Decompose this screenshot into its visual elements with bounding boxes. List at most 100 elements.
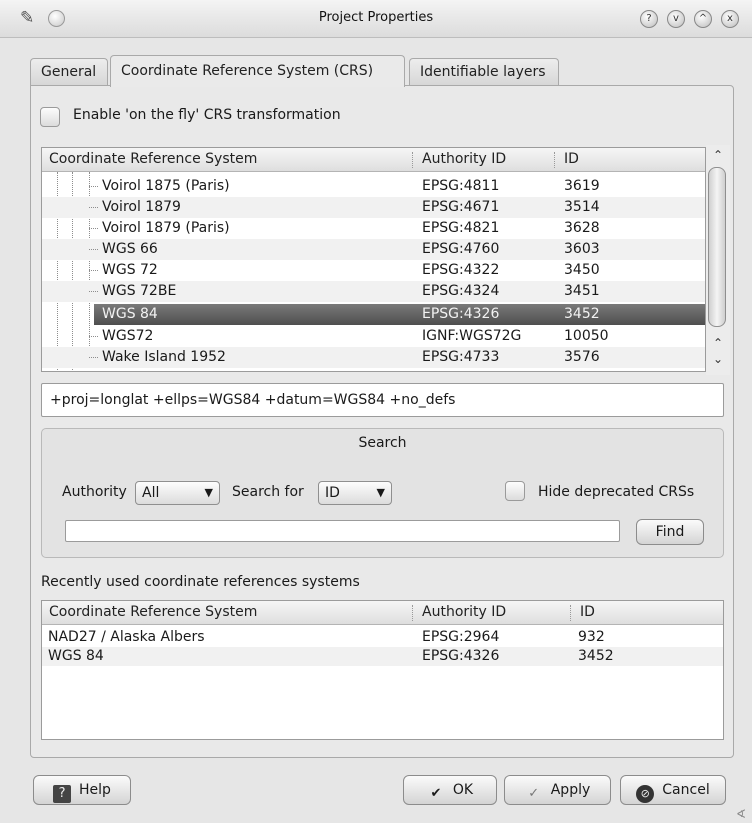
checkmark-outline-icon: ✓ xyxy=(528,786,540,801)
scrollbar-thumb[interactable] xyxy=(708,167,726,327)
find-button[interactable]: Find xyxy=(636,519,704,545)
crs-authority: EPSG:4326 xyxy=(422,306,500,322)
crs-authority: EPSG:4326 xyxy=(422,648,500,664)
crs-authority: EPSG:4671 xyxy=(422,199,500,215)
crs-name: Voirol 1879 xyxy=(102,199,181,215)
crs-list-header: Coordinate Reference System Authority ID… xyxy=(42,148,705,172)
recent-crs-label: Recently used coordinate references syst… xyxy=(41,574,360,590)
cancel-button-label: Cancel xyxy=(662,782,710,798)
tab-general[interactable]: General xyxy=(30,58,108,86)
crs-row[interactable]: Voirol 1879 (Paris) EPSG:4821 3628 xyxy=(42,218,705,239)
recent-crs-row[interactable]: NAD27 / Alaska Albers EPSG:2964 932 xyxy=(42,628,723,647)
column-separator xyxy=(570,605,571,621)
tree-branch xyxy=(89,249,98,250)
crs-row[interactable]: Wake Island 1952 EPSG:4733 3576 xyxy=(42,347,705,368)
column-separator xyxy=(412,152,413,168)
help-title-button[interactable]: ? xyxy=(640,10,658,28)
help-button-label: Help xyxy=(79,782,111,798)
tree-branch xyxy=(89,291,98,292)
crs-id: 3619 xyxy=(564,178,600,194)
crs-name: WGS 66 xyxy=(102,241,158,257)
recent-list-header: Coordinate Reference System Authority ID… xyxy=(42,601,723,625)
tree-branch xyxy=(89,207,98,208)
tab-identifiable-layers[interactable]: Identifiable layers xyxy=(409,58,559,86)
minimize-button[interactable]: v xyxy=(667,10,685,28)
column-header-crs[interactable]: Coordinate Reference System xyxy=(49,151,257,167)
authority-combo-value: All xyxy=(142,485,160,501)
crs-authority: EPSG:4760 xyxy=(422,241,500,257)
help-book-icon: ? xyxy=(53,785,72,803)
tree-branch xyxy=(89,228,98,229)
help-button[interactable]: ? Help xyxy=(33,775,131,805)
resize-grip-icon[interactable]: ∢ xyxy=(736,807,750,821)
crs-authority: EPSG:4811 xyxy=(422,178,500,194)
crs-id: 3628 xyxy=(564,220,600,236)
search-group-title: Search xyxy=(358,435,407,451)
crs-name: Wake Island 1952 xyxy=(102,349,226,365)
maximize-button[interactable]: ^ xyxy=(694,10,712,28)
ok-button[interactable]: ✔ OK xyxy=(403,775,497,805)
crs-row[interactable]: WGS 72 EPSG:4322 3450 xyxy=(42,260,705,281)
column-header-authority[interactable]: Authority ID xyxy=(422,151,506,167)
title-bar: ✎ Project Properties ? v ^ x xyxy=(0,0,752,38)
crs-name: WGS 84 xyxy=(48,648,104,664)
checkmark-icon: ✔ xyxy=(430,786,442,801)
crs-id: 3603 xyxy=(564,241,600,257)
proj4-string-field[interactable]: +proj=longlat +ellps=WGS84 +datum=WGS84 … xyxy=(41,383,724,417)
crs-id: 932 xyxy=(578,629,605,645)
column-header-authority[interactable]: Authority ID xyxy=(422,604,506,620)
crs-tree-list[interactable]: Coordinate Reference System Authority ID… xyxy=(41,147,706,372)
apply-button-label: Apply xyxy=(550,782,591,798)
crs-row[interactable]: WGS 66 EPSG:4760 3603 xyxy=(42,239,705,260)
crs-id: 3576 xyxy=(564,349,600,365)
crs-name: Voirol 1879 (Paris) xyxy=(102,220,230,236)
crs-authority: IGNF:WGS72G xyxy=(422,328,522,344)
authority-label: Authority xyxy=(62,484,127,500)
column-separator xyxy=(554,152,555,168)
crs-name: WGS72 xyxy=(102,328,154,344)
crs-name: WGS 72 xyxy=(102,262,158,278)
crs-name: NAD27 / Alaska Albers xyxy=(48,629,205,645)
column-header-id[interactable]: ID xyxy=(580,604,595,620)
tree-branch xyxy=(89,336,98,337)
recent-crs-row[interactable]: WGS 84 EPSG:4326 3452 xyxy=(42,647,723,666)
crs-row[interactable]: Voirol 1879 EPSG:4671 3514 xyxy=(42,197,705,218)
crs-row[interactable]: WGS 72BE EPSG:4324 3451 xyxy=(42,281,705,302)
crs-id: 3452 xyxy=(578,648,614,664)
scroll-down-arrow-icon[interactable]: ⌄ xyxy=(706,351,730,367)
search-input[interactable] xyxy=(65,520,620,542)
tree-branch xyxy=(89,186,98,187)
crs-name: WGS 72BE xyxy=(102,283,177,299)
crs-authority: EPSG:4324 xyxy=(422,283,500,299)
recent-crs-list[interactable]: Coordinate Reference System Authority ID… xyxy=(41,600,724,740)
tab-crs[interactable]: Coordinate Reference System (CRS) xyxy=(110,55,405,87)
column-header-crs[interactable]: Coordinate Reference System xyxy=(49,604,257,620)
otf-checkbox[interactable] xyxy=(40,107,60,127)
cancel-circle-icon: ⊘ xyxy=(636,785,655,803)
scroll-up-arrow-icon[interactable]: ⌃ xyxy=(706,147,730,163)
crs-name: Voirol 1875 (Paris) xyxy=(102,178,230,194)
crs-id: 3452 xyxy=(564,306,600,322)
hide-deprecated-label: Hide deprecated CRSs xyxy=(538,484,695,500)
close-button[interactable]: x xyxy=(721,10,739,28)
chevron-down-icon: ▼ xyxy=(204,486,213,499)
crs-id: 3450 xyxy=(564,262,600,278)
otf-label: Enable 'on the fly' CRS transformation xyxy=(73,107,341,123)
search-for-combo-value: ID xyxy=(325,485,340,501)
ok-button-label: OK xyxy=(452,782,474,798)
column-header-id[interactable]: ID xyxy=(564,151,579,167)
crs-list-scrollbar[interactable]: ⌃ ⌃ ⌄ xyxy=(706,145,730,375)
crs-row[interactable]: Voirol 1875 (Paris) EPSG:4811 3619 xyxy=(42,176,705,197)
cancel-button[interactable]: ⊘ Cancel xyxy=(620,775,726,805)
apply-button[interactable]: ✓ Apply xyxy=(504,775,611,805)
crs-authority: EPSG:4821 xyxy=(422,220,500,236)
project-properties-dialog: ✎ Project Properties ? v ^ x General Coo… xyxy=(0,0,752,823)
crs-row-selected[interactable]: WGS 84 EPSG:4326 3452 xyxy=(94,304,705,325)
hide-deprecated-checkbox[interactable] xyxy=(505,481,525,501)
authority-combo[interactable]: All ▼ xyxy=(135,481,220,505)
scroll-up-arrow-icon[interactable]: ⌃ xyxy=(706,335,730,351)
chevron-down-icon: ▼ xyxy=(376,486,385,499)
crs-row[interactable]: WGS72 IGNF:WGS72G 10050 xyxy=(42,326,705,347)
crs-name: WGS 84 xyxy=(102,306,158,322)
search-for-combo[interactable]: ID ▼ xyxy=(318,481,392,505)
